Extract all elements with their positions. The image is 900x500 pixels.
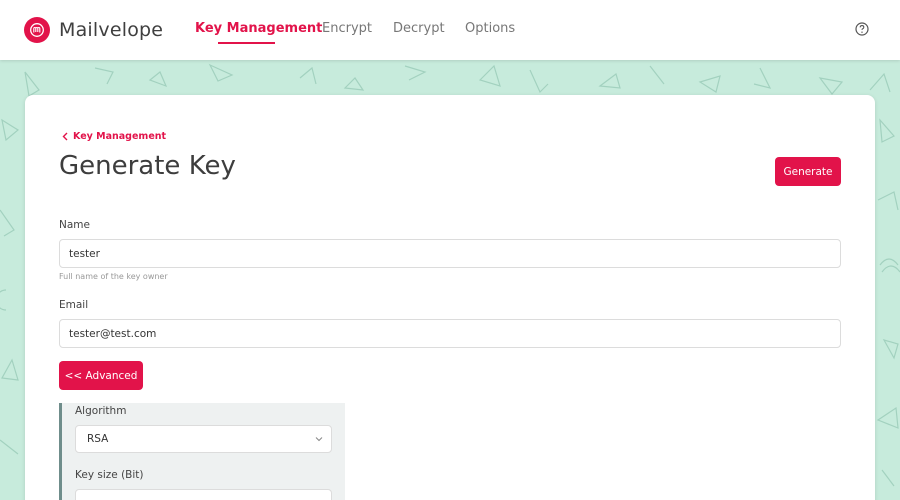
algorithm-label: Algorithm	[75, 405, 127, 417]
key-size-label: Key size (Bit)	[75, 469, 144, 481]
email-label: Email	[59, 299, 89, 311]
name-label: Name	[59, 219, 90, 231]
nav-encrypt[interactable]: Encrypt	[322, 21, 372, 36]
brand-name: Mailvelope	[59, 19, 164, 41]
name-hint: Full name of the key owner	[59, 272, 168, 281]
back-link-label: Key Management	[73, 131, 167, 142]
generate-key-card: Key Management Generate Key Generate Nam…	[25, 95, 875, 500]
nav-options[interactable]: Options	[465, 21, 515, 36]
email-input[interactable]: tester@test.com	[59, 319, 841, 348]
help-circle-icon[interactable]	[855, 22, 869, 36]
chevron-down-icon	[315, 437, 323, 442]
nav-key-management[interactable]: Key Management	[195, 21, 322, 36]
top-navigation: Mailvelope Key Management Encrypt Decryp…	[0, 0, 900, 60]
brand[interactable]: Mailvelope	[24, 16, 163, 44]
generate-button[interactable]: Generate	[775, 157, 841, 186]
nav-decrypt[interactable]: Decrypt	[393, 21, 445, 36]
back-link-key-management[interactable]: Key Management	[62, 131, 166, 142]
mailvelope-logo-icon	[24, 17, 50, 43]
advanced-toggle-button[interactable]: << Advanced	[59, 361, 143, 390]
chevron-left-icon	[62, 132, 68, 141]
page-title: Generate Key	[59, 151, 236, 181]
key-size-select[interactable]	[75, 489, 332, 500]
advanced-settings-panel: Algorithm RSA Key size (Bit)	[59, 403, 345, 500]
nav-active-underline	[218, 42, 275, 44]
name-input[interactable]: tester	[59, 239, 841, 268]
algorithm-select[interactable]: RSA	[75, 425, 332, 453]
algorithm-selected-value: RSA	[87, 433, 109, 445]
